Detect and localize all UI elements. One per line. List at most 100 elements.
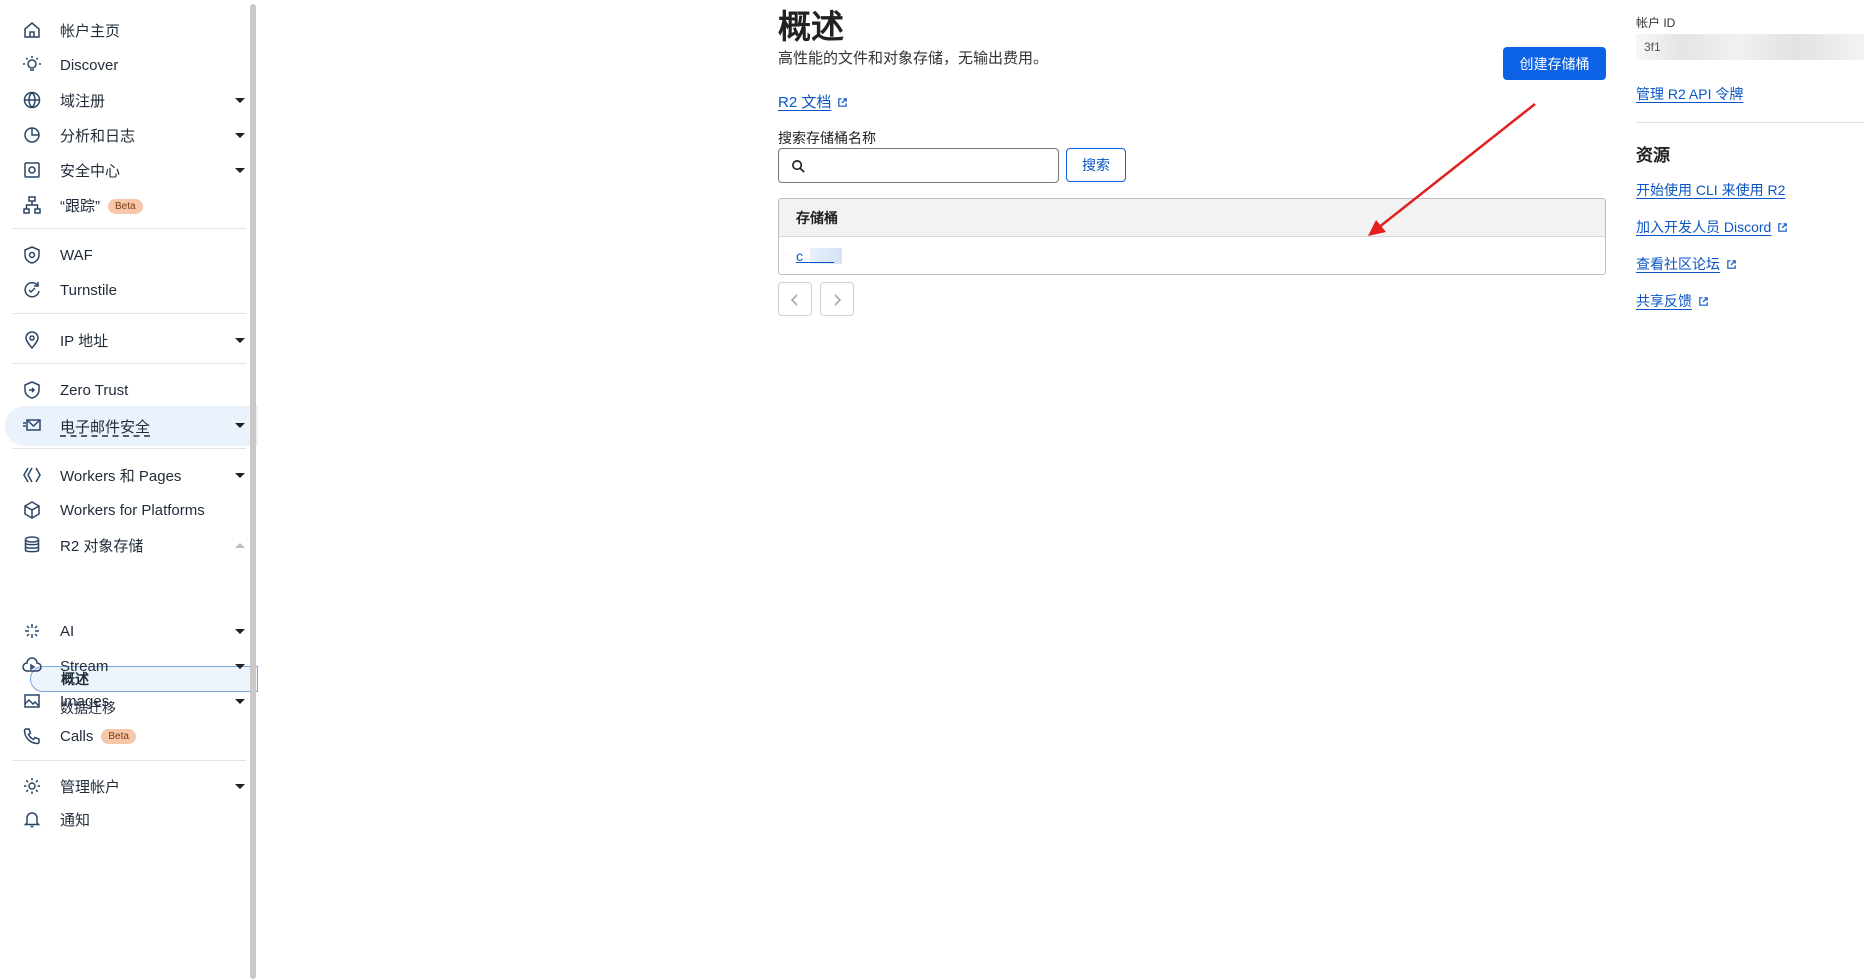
sidebar-item-label: 分析和日志 (60, 127, 136, 145)
turnstile-icon (24, 282, 40, 298)
sidebar-item-label: 电子邮件安全 (60, 418, 151, 436)
zero-trust-icon (24, 381, 40, 399)
search-label: 搜索存储桶名称 (778, 130, 876, 146)
security-center-icon (24, 162, 40, 178)
r2-docs-link[interactable]: R2 文档 (778, 91, 848, 112)
sidebar-item-label: Stream (60, 657, 109, 675)
account-id-value[interactable]: 3f1 (1636, 34, 1864, 60)
sidebar-item-label: AI (60, 622, 75, 640)
chart-pie-icon (24, 127, 40, 143)
home-icon (24, 22, 40, 38)
chevron-down-icon (235, 664, 245, 669)
sidebar-item-label: Zero Trust (60, 381, 129, 399)
resource-link-cli[interactable]: 开始使用 CLI 来使用 R2 (1636, 180, 1785, 200)
sidebar-scrollbar[interactable] (250, 4, 256, 979)
resource-link-community-label: 查看社区论坛 (1636, 256, 1720, 272)
sidebar-item-calls[interactable]: Calls Beta (0, 717, 250, 755)
sidebar-item-label: 域注册 (60, 92, 106, 110)
chevron-down-icon (235, 473, 245, 478)
sidebar-item-ai[interactable]: AI (0, 612, 250, 650)
sidebar-item-label: “跟踪” Beta (60, 195, 143, 216)
resource-link-community[interactable]: 查看社区论坛 (1636, 254, 1737, 274)
manage-r2-api-token-link[interactable]: 管理 R2 API 令牌 (1636, 84, 1743, 104)
bucket-name-link[interactable]: c (796, 248, 834, 264)
annotation-arrow (1368, 103, 1536, 236)
sidebar-item-trace[interactable]: “跟踪” Beta (0, 186, 250, 224)
sidebar-item-label: R2 对象存储 (60, 537, 144, 555)
sidebar-item-label: Discover (60, 56, 119, 74)
next-page-button[interactable] (820, 282, 854, 316)
sidebar-item-label: Turnstile (60, 281, 117, 299)
image-icon (24, 694, 40, 708)
sidebar-divider (12, 760, 246, 761)
search-input[interactable] (811, 151, 1051, 180)
resource-link-feedback[interactable]: 共享反馈 (1636, 291, 1709, 311)
cube-icon (24, 501, 40, 519)
create-bucket-button[interactable]: 创建存储桶 (1503, 47, 1606, 80)
sidebar-item-security-center[interactable]: 安全中心 (0, 151, 250, 189)
chevron-down-icon (235, 133, 245, 138)
sidebar-item-stream[interactable]: Stream (0, 647, 250, 685)
beta-badge: Beta (108, 199, 143, 215)
sidebar-item-domain-registration[interactable]: 域注册 (0, 81, 250, 119)
trace-icon (23, 196, 41, 214)
sidebar-item-label: Calls Beta (60, 728, 136, 745)
resource-link-feedback-label: 共享反馈 (1636, 293, 1692, 309)
sidebar-item-discover[interactable]: Discover (0, 46, 250, 84)
chevron-down-icon (235, 168, 245, 173)
sidebar-item-zero-trust[interactable]: Zero Trust (0, 371, 250, 409)
sidebar-item-label: 管理帐户 (60, 778, 121, 796)
sidebar-item-label: WAF (60, 246, 93, 264)
sidebar-item-workers-for-platforms[interactable]: Workers for Platforms (0, 491, 250, 529)
chevron-up-icon (235, 543, 245, 548)
sidebar-divider (12, 363, 246, 364)
chevron-down-icon (235, 629, 245, 634)
account-id-label: 帐户 ID (1636, 16, 1676, 30)
r2-docs-link-label: R2 文档 (778, 94, 832, 111)
chevron-left-icon (790, 294, 798, 306)
beta-badge: Beta (101, 729, 136, 745)
search-field[interactable] (778, 148, 1059, 183)
sidebar-item-label: 帐户主页 (60, 22, 121, 40)
sidebar-item-label: IP 地址 (60, 332, 109, 350)
chevron-down-icon (235, 784, 245, 789)
sidebar-item-label: 通知 (60, 811, 91, 829)
external-link-icon (1699, 297, 1708, 306)
database-icon (24, 536, 40, 553)
resources-heading: 资源 (1636, 146, 1670, 165)
stream-cloud-icon (22, 657, 42, 672)
sidebar-divider (12, 313, 246, 314)
chevron-right-icon (834, 294, 842, 306)
workers-icon (23, 467, 41, 483)
bucket-name-text: c (796, 248, 803, 264)
previous-page-button[interactable] (778, 282, 812, 316)
page-title: 概述 (778, 8, 844, 45)
globe-icon (23, 91, 41, 109)
sidebar-item-analytics-logs[interactable]: 分析和日志 (0, 116, 250, 154)
waf-icon (24, 246, 40, 264)
sidebar-item-notifications[interactable]: 通知 (0, 800, 250, 838)
resource-link-discord[interactable]: 加入开发人员 Discord (1636, 217, 1788, 237)
chevron-down-icon (235, 338, 245, 343)
search-button[interactable]: 搜索 (1066, 148, 1126, 182)
sidebar-item-label: Workers for Platforms (60, 501, 205, 519)
sidebar-divider (12, 228, 246, 229)
chevron-down-icon (235, 699, 245, 704)
chevron-down-icon (235, 98, 245, 103)
sidebar-item-ip-addresses[interactable]: IP 地址 (0, 321, 250, 359)
sidebar-item-account-home[interactable]: 帐户主页 (0, 11, 250, 49)
sidebar-item-email-security[interactable]: 电子邮件安全 (5, 406, 258, 446)
table-header: 存储桶 (779, 199, 1605, 237)
table-row: c (779, 237, 1605, 274)
lightbulb-icon (23, 56, 41, 71)
sidebar-item-label: 安全中心 (60, 162, 121, 180)
sidebar-item-waf[interactable]: WAF (0, 236, 250, 274)
sparkles-icon (25, 624, 39, 638)
sidebar-item-images[interactable]: Images (0, 682, 250, 720)
sidebar-item-turnstile[interactable]: Turnstile (0, 271, 250, 309)
search-icon (792, 160, 805, 173)
gear-icon (24, 778, 40, 794)
sidebar-item-r2-storage[interactable]: R2 对象存储 (0, 526, 250, 564)
sidebar-item-workers-pages[interactable]: Workers 和 Pages (0, 456, 250, 494)
external-link-icon (838, 98, 848, 107)
